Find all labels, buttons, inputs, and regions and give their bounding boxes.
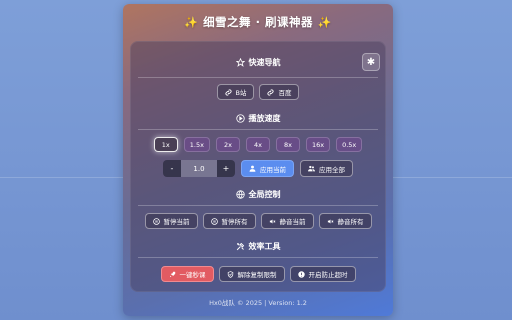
section-tools-heading: 效率工具: [130, 241, 386, 252]
speed-option-16x[interactable]: 16x: [305, 137, 331, 152]
section-title: 效率工具: [248, 242, 281, 251]
speed-option-8x[interactable]: 8x: [275, 137, 300, 152]
panel-title-text: 细雪之舞 · 刷课神器: [203, 15, 313, 29]
users-icon: [308, 165, 315, 172]
speed-option-1-5x[interactable]: 1.5x: [183, 137, 210, 152]
instant-complete-button[interactable]: 一键秒课: [160, 266, 214, 282]
speed-option-1x[interactable]: 1x: [153, 137, 178, 152]
quick-nav-row: B站 百度: [130, 84, 386, 100]
unlock-copy-button[interactable]: 解除复制限制: [218, 266, 285, 282]
speed-option-0-5x[interactable]: 0.5x: [336, 137, 363, 152]
section-title: 播放速度: [248, 114, 281, 123]
tools-row: 一键秒课 解除复制限制 开启防止超时: [130, 266, 386, 282]
sparkle-icon: ✨: [317, 16, 332, 29]
section-global-heading: 全局控制: [130, 189, 386, 200]
control-card: 快速导航 ✱ B站 百度 播放速度 1x 1.5x 2x 4x 8x 16x 0…: [130, 41, 386, 292]
pause-circle-icon: [152, 217, 160, 225]
sparkle-icon: ✨: [184, 16, 199, 29]
link-icon: [224, 88, 232, 96]
section-quick-nav-heading: 快速导航: [130, 57, 386, 68]
divider: [138, 257, 378, 258]
speed-option-2x[interactable]: 2x: [215, 137, 240, 152]
speed-increase-button[interactable]: +: [217, 160, 235, 177]
speed-decrease-button[interactable]: -: [163, 160, 181, 177]
user-icon: [249, 165, 256, 172]
alert-icon: [297, 270, 305, 278]
mute-icon: [327, 218, 333, 224]
shield-icon: [227, 270, 233, 278]
footer-text: Hx0战队 © 2025 | Version: 1.2: [209, 299, 307, 307]
settings-button[interactable]: ✱: [362, 53, 380, 71]
speed-custom-row: - 1.0 + 应用当前 应用全部: [130, 160, 386, 177]
divider: [138, 205, 378, 206]
mute-current-button[interactable]: 静音当前: [260, 213, 314, 229]
speed-tool-panel: ✨ 细雪之舞 · 刷课神器 ✨ 快速导航 ✱ B站 百度 播放速度 1x 1.5…: [123, 4, 393, 316]
pause-circle-icon: [210, 217, 218, 225]
tools-icon: [236, 242, 244, 251]
speed-value-input[interactable]: 1.0: [181, 160, 217, 177]
link-baidu-button[interactable]: 百度: [259, 84, 300, 100]
pause-all-button[interactable]: 暂停所有: [202, 213, 256, 229]
mute-all-button[interactable]: 静音所有: [318, 213, 372, 229]
panel-title: ✨ 细雪之舞 · 刷课神器 ✨: [123, 14, 393, 30]
link-bilibili-button[interactable]: B站: [216, 84, 255, 100]
star-icon: [235, 58, 245, 67]
speed-options-row: 1x 1.5x 2x 4x 8x 16x 0.5x: [130, 137, 386, 152]
section-title: 全局控制: [248, 190, 281, 199]
gear-icon: ✱: [366, 56, 376, 68]
divider: [138, 129, 378, 130]
globe-icon: [235, 190, 245, 199]
play-circle-icon: [235, 114, 245, 123]
apply-current-button[interactable]: 应用当前: [241, 160, 294, 177]
section-title: 快速导航: [248, 58, 281, 67]
section-speed-heading: 播放速度: [130, 113, 386, 124]
anti-timeout-button[interactable]: 开启防止超时: [289, 266, 356, 282]
mute-icon: [269, 218, 275, 224]
rocket-icon: [169, 271, 175, 277]
link-icon: [267, 88, 275, 96]
speed-stepper: - 1.0 +: [163, 160, 235, 177]
speed-option-4x[interactable]: 4x: [245, 137, 270, 152]
pause-current-button[interactable]: 暂停当前: [144, 213, 198, 229]
global-control-row: 暂停当前 暂停所有 静音当前 静音所有: [130, 213, 386, 229]
divider: [138, 77, 378, 78]
apply-all-button[interactable]: 应用全部: [300, 160, 353, 177]
